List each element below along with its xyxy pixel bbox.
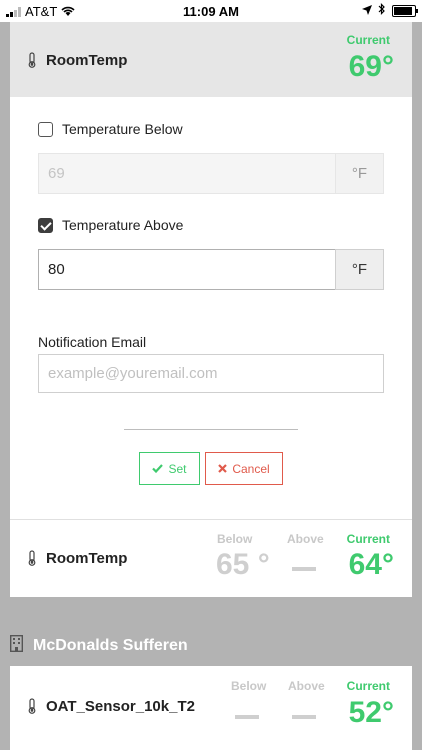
bluetooth-icon	[378, 3, 386, 18]
below-label: Below	[231, 679, 267, 693]
notification-email-label: Notification Email	[38, 334, 147, 350]
sensor-name: RoomTemp	[46, 550, 128, 567]
temperature-above-field[interactable]: 80	[38, 249, 335, 290]
alert-editor-header[interactable]: RoomTemp Current 69°	[10, 22, 412, 97]
sensor-row-oat-sensor[interactable]: OAT_Sensor_10k_T2 Below Above Current 52…	[10, 666, 412, 750]
above-label: Above	[287, 532, 324, 546]
sensor-row-roomtemp[interactable]: RoomTemp Below Above Current 65 ° 64°	[10, 520, 412, 597]
temperature-above-checkbox[interactable]	[38, 217, 53, 233]
temperature-below-label: Temperature Below	[62, 121, 183, 137]
status-bar: AT&T 11:09 AM	[0, 0, 422, 22]
set-button[interactable]: Set	[139, 452, 200, 485]
temperature-below-input-group: 69 °F	[38, 153, 384, 194]
current-temp-value: 64°	[348, 548, 394, 581]
check-icon	[152, 462, 164, 476]
cancel-button-label: Cancel	[232, 461, 270, 476]
current-temp-value: 69°	[348, 50, 394, 83]
current-label: Current	[346, 679, 390, 693]
temperature-above-input-group: 80 °F	[38, 249, 384, 290]
location-arrow-icon	[362, 3, 372, 18]
temperature-below-checkbox[interactable]	[38, 121, 53, 137]
close-icon	[218, 462, 228, 476]
thermometer-icon	[27, 698, 37, 714]
sensor-name: OAT_Sensor_10k_T2	[46, 698, 195, 715]
cancel-button[interactable]: Cancel	[205, 452, 283, 485]
sensor-name: RoomTemp	[46, 52, 128, 69]
temperature-below-row[interactable]: Temperature Below	[38, 121, 183, 137]
status-right	[362, 3, 418, 18]
notification-email-input[interactable]: example@youremail.com	[38, 354, 384, 393]
battery-icon	[392, 4, 418, 17]
thermometer-icon	[27, 52, 37, 68]
below-temp-empty	[235, 715, 259, 719]
building-icon	[9, 634, 24, 657]
temperature-below-unit: °F	[335, 153, 384, 194]
below-temp-value: 65 °	[216, 548, 270, 581]
status-time: 11:09 AM	[183, 4, 239, 19]
current-label: Current	[346, 33, 390, 47]
above-temp-empty	[292, 715, 316, 719]
form-divider	[124, 429, 298, 430]
temperature-below-field: 69	[38, 153, 335, 194]
above-label: Above	[288, 679, 325, 693]
above-temp-empty	[292, 567, 316, 571]
current-label: Current	[346, 532, 390, 546]
thermometer-icon	[27, 550, 37, 566]
group-title: McDonalds Sufferen	[33, 637, 188, 654]
group-header[interactable]: McDonalds Sufferen	[9, 634, 188, 657]
temperature-above-row[interactable]: Temperature Above	[38, 217, 183, 233]
current-temp-value: 52°	[348, 696, 394, 729]
alert-editor-card: RoomTemp Current 69° Temperature Below 6…	[10, 22, 412, 597]
below-label: Below	[217, 532, 253, 546]
temperature-above-label: Temperature Above	[62, 217, 184, 233]
temperature-above-unit: °F	[335, 249, 384, 290]
set-button-label: Set	[168, 461, 187, 476]
